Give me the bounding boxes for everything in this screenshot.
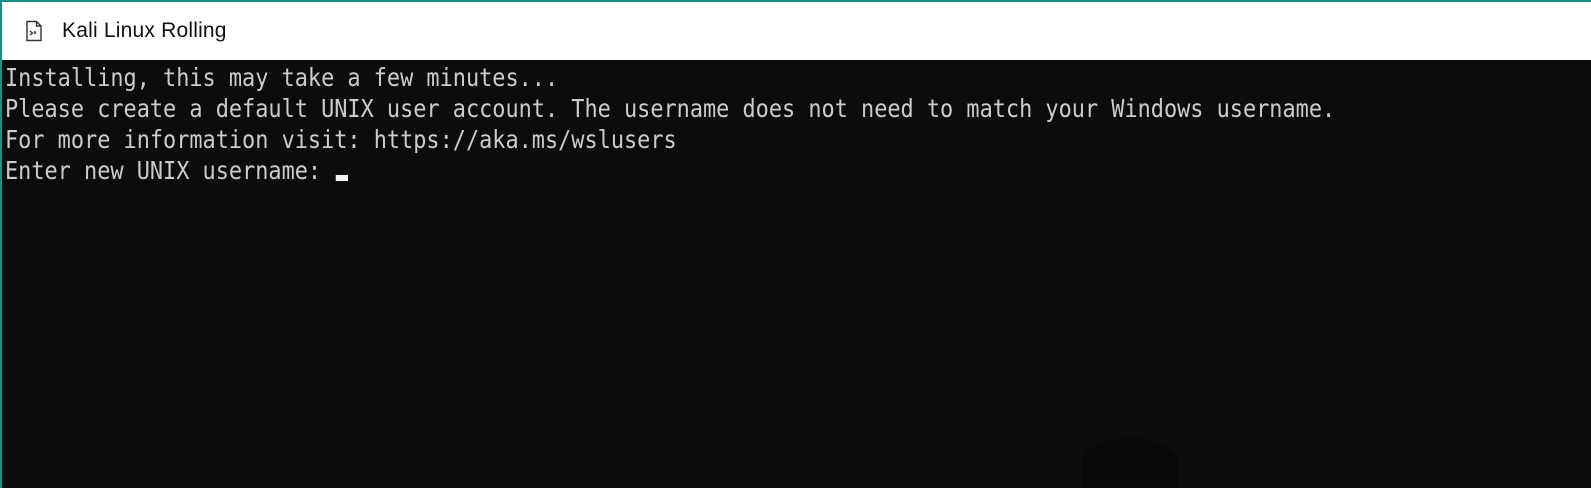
terminal-prompt-line[interactable]: Enter new UNIX username:	[5, 155, 1393, 186]
background-shadow	[1082, 438, 1178, 488]
title-bar[interactable]: Kali Linux Rolling	[2, 2, 1591, 60]
username-prompt: Enter new UNIX username:	[5, 156, 335, 185]
terminal-line-create-account: Please create a default UNIX user accoun…	[5, 94, 1336, 123]
terminal-window: Kali Linux Rolling Installing, this may …	[0, 0, 1591, 488]
text-cursor	[336, 175, 349, 181]
terminal-output[interactable]: Installing, this may take a few minutes.…	[2, 60, 1591, 488]
terminal-line-installing: Installing, this may take a few minutes.…	[5, 63, 559, 92]
window-title: Kali Linux Rolling	[62, 19, 227, 42]
terminal-document-icon	[24, 20, 44, 42]
terminal-line-more-info: For more information visit: https://aka.…	[5, 125, 677, 154]
